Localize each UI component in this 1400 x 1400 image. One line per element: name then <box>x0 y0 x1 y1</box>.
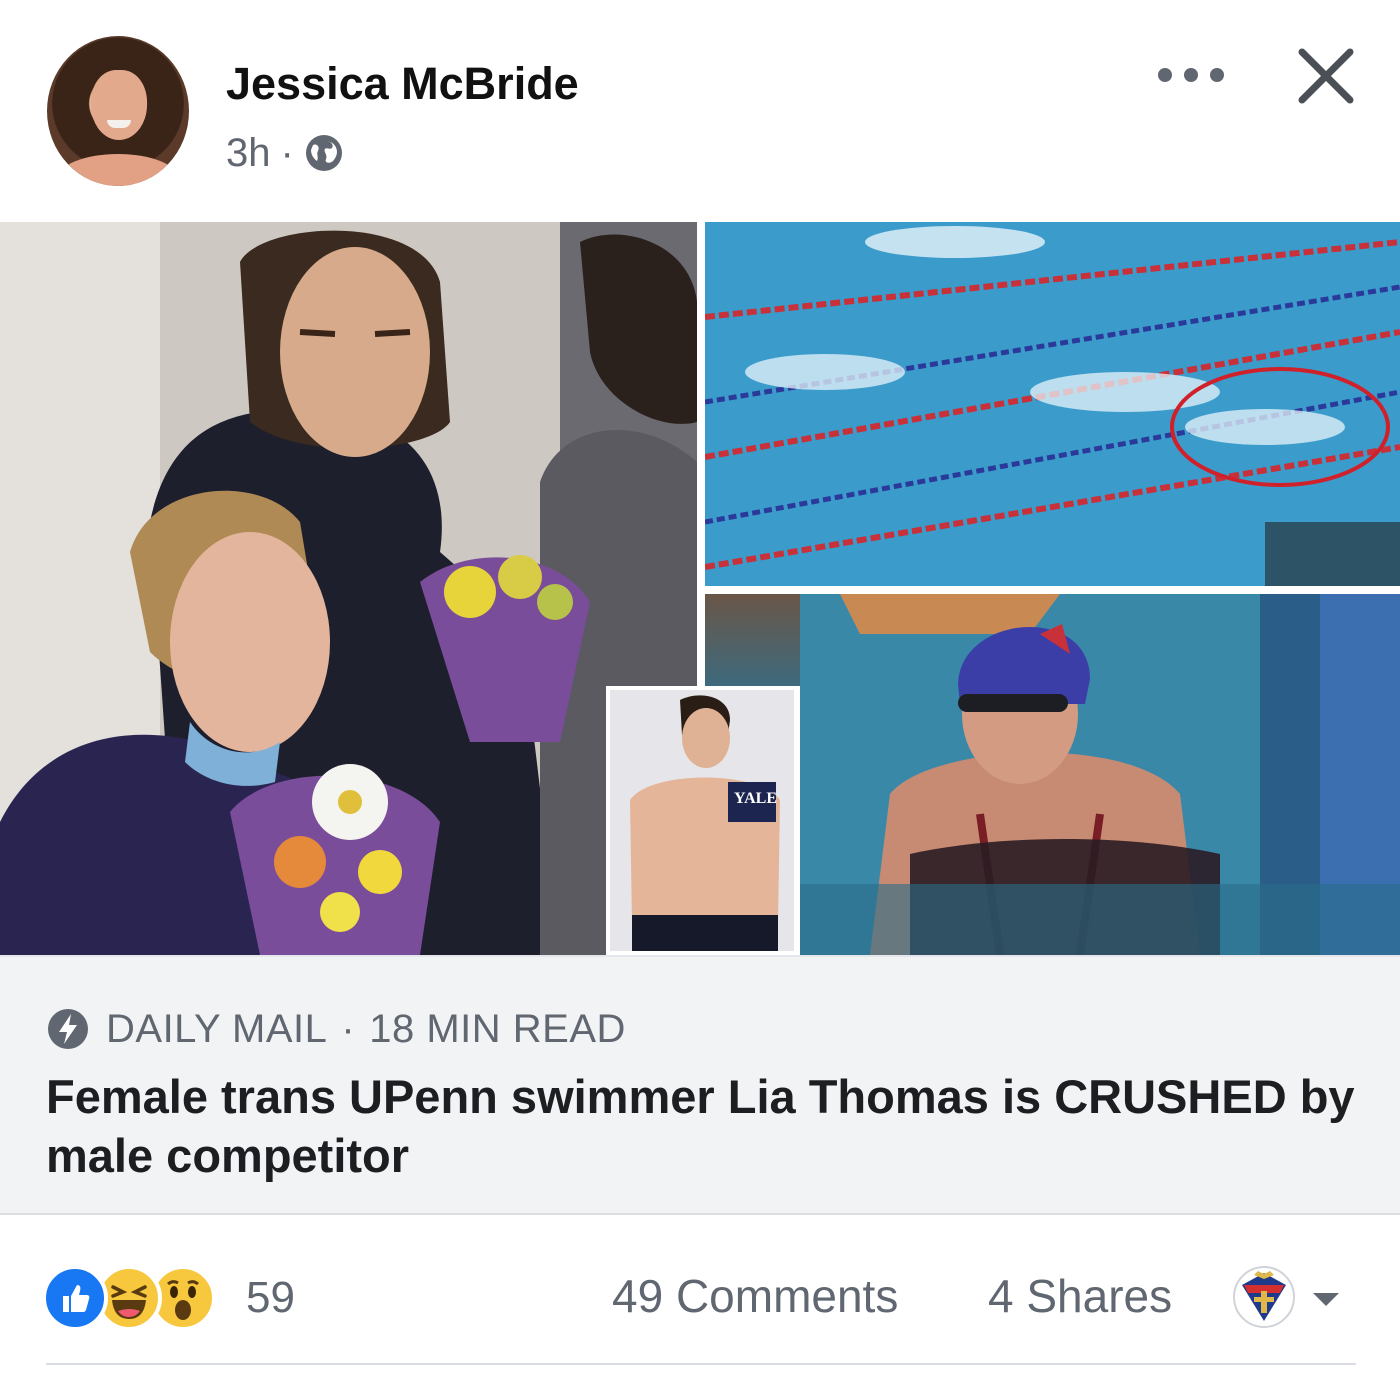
author-avatar[interactable] <box>47 36 189 186</box>
reactions-summary[interactable]: 59 <box>42 1263 295 1333</box>
comments-count[interactable]: 49 Comments <box>612 1269 898 1323</box>
link-headline[interactable]: Female trans UPenn swimmer Lia Thomas is… <box>46 1067 1366 1185</box>
close-icon[interactable] <box>1296 46 1356 106</box>
post-time[interactable]: 3h <box>226 131 271 176</box>
engagement-bar: 59 49 Comments 4 Shares <box>0 1217 1400 1400</box>
photo-inset-swimmer: YALE <box>606 686 798 955</box>
photo-podium-swimmers <box>0 222 697 955</box>
post-meta: 3h · <box>226 131 344 175</box>
link-separator: · <box>341 1006 356 1051</box>
inset-jersey-text: YALE <box>734 790 777 807</box>
chevron-down-icon[interactable] <box>1310 1289 1342 1309</box>
like-icon <box>42 1265 108 1331</box>
photo-strip <box>705 594 800 686</box>
link-read-time: 18 MIN READ <box>369 1006 626 1051</box>
post-image-collage[interactable]: i YALE <box>0 222 1400 955</box>
avatar-face <box>91 70 147 140</box>
photo-swimmer-in-cap <box>800 594 1400 955</box>
more-horizontal-icon[interactable] <box>1158 60 1224 90</box>
avatar-shoulders <box>57 154 179 186</box>
meta-separator: · <box>280 130 294 175</box>
shares-count[interactable]: 4 Shares <box>988 1269 1172 1323</box>
bolt-icon <box>48 1009 88 1049</box>
author-name[interactable]: Jessica McBride <box>226 58 579 110</box>
globe-icon[interactable] <box>304 133 344 173</box>
crest-icon[interactable] <box>1232 1265 1296 1329</box>
link-source-row: DAILY MAIL · 18 MIN READ <box>46 1004 626 1054</box>
reaction-count[interactable]: 59 <box>246 1273 295 1323</box>
link-source: DAILY MAIL <box>106 1006 328 1051</box>
post-header: Jessica McBride 3h · <box>0 0 1400 222</box>
link-preview[interactable]: DAILY MAIL · 18 MIN READ Female trans UP… <box>0 955 1400 1215</box>
footer-divider <box>46 1363 1356 1365</box>
photo-pool-race: i <box>705 222 1400 586</box>
